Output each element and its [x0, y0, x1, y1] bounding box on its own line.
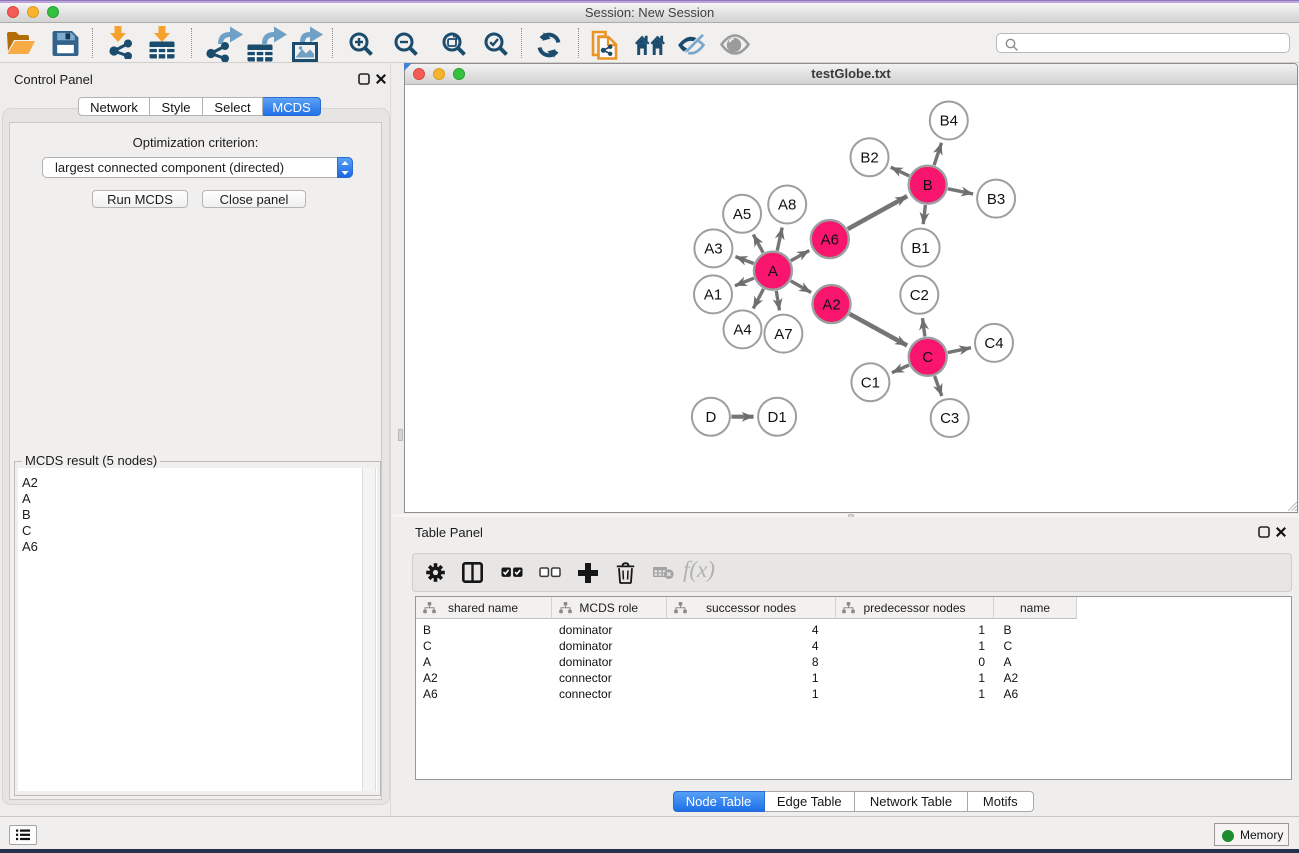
svg-text:C3: C3: [940, 410, 959, 427]
svg-text:C4: C4: [984, 335, 1003, 352]
svg-text:A6: A6: [821, 231, 839, 248]
svg-text:D1: D1: [768, 409, 787, 426]
svg-text:D: D: [705, 409, 716, 426]
svg-text:A2: A2: [822, 296, 840, 313]
svg-text:C: C: [922, 349, 933, 366]
svg-text:B3: B3: [987, 191, 1005, 208]
svg-text:A8: A8: [778, 197, 796, 214]
svg-text:B4: B4: [940, 113, 958, 130]
svg-text:C1: C1: [861, 374, 880, 391]
svg-text:A7: A7: [774, 326, 792, 343]
svg-text:B1: B1: [911, 240, 929, 257]
svg-text:A4: A4: [733, 322, 751, 339]
svg-text:B2: B2: [860, 149, 878, 166]
svg-text:A1: A1: [704, 287, 722, 304]
svg-text:A5: A5: [733, 206, 751, 223]
svg-text:B: B: [923, 177, 933, 194]
svg-text:A3: A3: [704, 241, 722, 258]
svg-text:A: A: [768, 263, 778, 280]
svg-text:C2: C2: [910, 287, 929, 304]
